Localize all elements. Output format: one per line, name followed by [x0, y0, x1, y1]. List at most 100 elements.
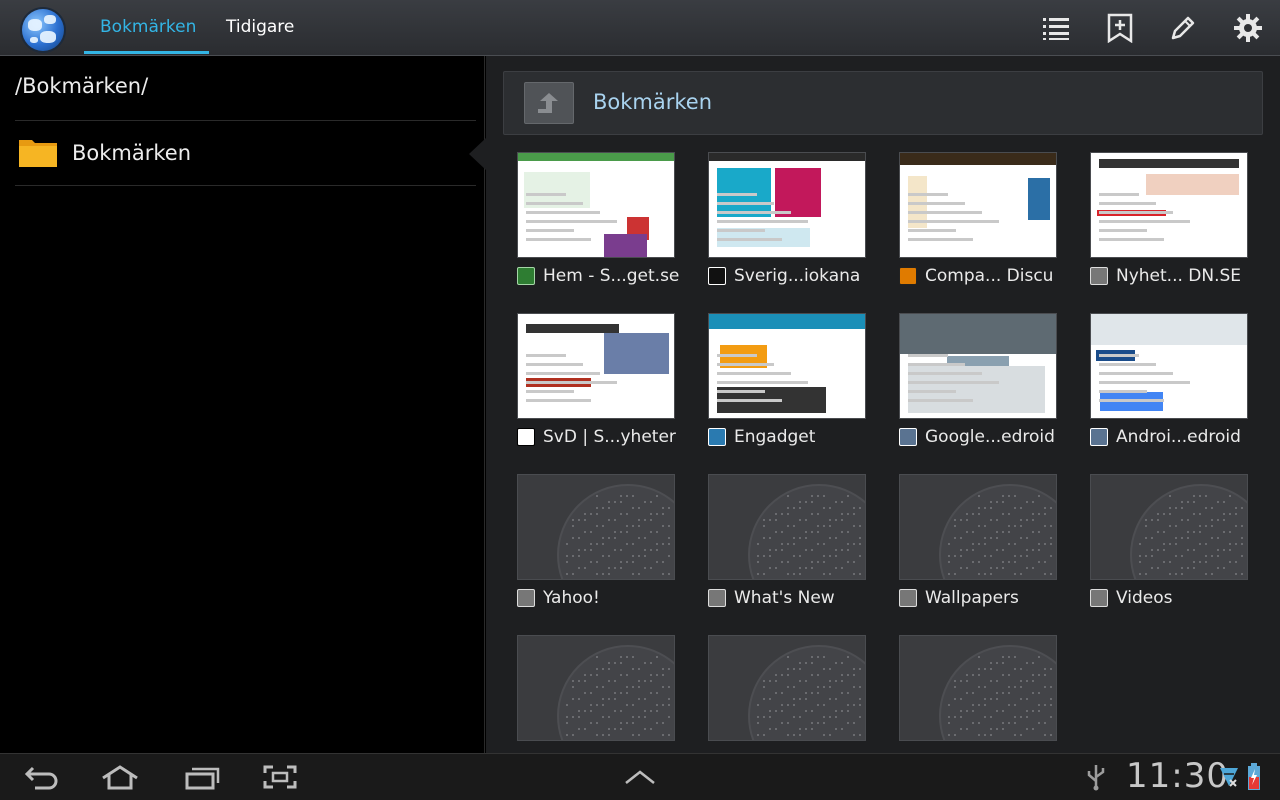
bookmark-title: Yahoo!	[543, 588, 600, 608]
bookmark-title: Sverig...iokana	[734, 266, 861, 286]
favicon-icon	[1090, 267, 1108, 285]
bookmark-tile[interactable]: Engadget	[708, 313, 866, 447]
chevron-up-icon	[625, 770, 655, 784]
list-view-button[interactable]	[1036, 8, 1076, 48]
expand-tray-button[interactable]	[618, 761, 662, 793]
bookmark-label-row: Google...edroid	[899, 425, 1055, 449]
bookmark-thumbnail[interactable]	[899, 474, 1057, 580]
placeholder-globe-icon	[748, 484, 865, 579]
signal-icon	[1220, 768, 1238, 787]
bookmark-thumbnail[interactable]	[708, 474, 866, 580]
bookmark-tile[interactable]	[517, 635, 675, 741]
usb-icon	[1076, 761, 1116, 793]
folder-title: Bokmärken	[593, 90, 713, 114]
battery-icon	[1244, 761, 1264, 793]
system-bar: 11:30	[0, 753, 1280, 800]
bookmark-tile[interactable]: Compa... Discu	[899, 152, 1057, 286]
bookmark-thumbnail[interactable]	[517, 474, 675, 580]
settings-button[interactable]	[1228, 8, 1268, 48]
bookmark-tile[interactable]: What's New	[708, 474, 866, 608]
up-folder-button[interactable]	[524, 82, 574, 124]
screenshot-icon	[263, 765, 297, 789]
favicon-icon	[1090, 589, 1108, 607]
bookmark-title: Videos	[1116, 588, 1173, 608]
placeholder-globe-icon	[557, 645, 674, 740]
recent-apps-button[interactable]	[180, 761, 224, 793]
add-bookmark-icon	[1107, 13, 1133, 43]
tab-bookmarks[interactable]: Bokmärken	[84, 0, 209, 56]
placeholder-globe-icon	[939, 484, 1056, 579]
bookmark-label-row: Yahoo!	[517, 586, 600, 610]
bookmark-label-row: Engadget	[708, 425, 815, 449]
divider	[15, 120, 476, 121]
bookmark-label-row: SvD | S...yheter	[517, 425, 676, 449]
folder-pane: /Bokmärken/ Bokmärken	[0, 56, 486, 753]
bookmark-tile[interactable]: Google...edroid	[899, 313, 1057, 447]
bookmark-tile[interactable]: Videos	[1090, 474, 1248, 608]
bookmarks-pane: Bokmärken Hem - S...get.se Sverig...iokan…	[486, 56, 1280, 753]
folder-item-bookmarks[interactable]: Bokmärken	[0, 122, 485, 186]
bookmark-label-row: Videos	[1090, 586, 1173, 610]
bookmark-tile[interactable]: SvD | S...yheter	[517, 313, 676, 447]
edit-button[interactable]	[1163, 8, 1203, 48]
add-bookmark-button[interactable]	[1100, 8, 1140, 48]
screenshot-button[interactable]	[258, 761, 302, 793]
bookmark-thumbnail[interactable]	[517, 313, 675, 419]
bookmark-tile[interactable]	[899, 635, 1057, 741]
recent-apps-icon	[185, 767, 220, 790]
bookmark-title: Nyhet... DN.SE	[1116, 266, 1242, 286]
bookmark-tile[interactable]: Androi...edroid	[1090, 313, 1248, 447]
selection-pointer	[469, 138, 486, 170]
bookmark-label-row: Hem - S...get.se	[517, 264, 679, 288]
bookmark-thumbnail[interactable]	[1090, 152, 1248, 258]
bookmark-title: Androi...edroid	[1116, 427, 1241, 447]
bookmark-thumbnail[interactable]	[517, 152, 675, 258]
bookmark-tile[interactable]: Hem - S...get.se	[517, 152, 679, 286]
placeholder-globe-icon	[557, 484, 674, 579]
bookmark-label-row: Androi...edroid	[1090, 425, 1241, 449]
favicon-icon	[1090, 428, 1108, 446]
bookmark-thumbnail[interactable]	[517, 635, 675, 741]
settings-icon	[1234, 14, 1262, 42]
bookmark-thumbnail[interactable]	[1090, 474, 1248, 580]
bookmark-thumbnail[interactable]	[899, 152, 1057, 258]
bookmark-thumbnail[interactable]	[1090, 313, 1248, 419]
bookmark-thumbnail[interactable]	[899, 313, 1057, 419]
bookmark-tile[interactable]: Sverig...iokana	[708, 152, 866, 286]
folder-label: Bokmärken	[72, 141, 192, 165]
bookmark-thumbnail[interactable]	[708, 635, 866, 741]
folder-header: Bokmärken	[503, 71, 1263, 135]
bookmark-label-row: Nyhet... DN.SE	[1090, 264, 1241, 288]
wifi-signal-icon	[1216, 761, 1242, 793]
favicon-icon	[517, 589, 535, 607]
back-button[interactable]	[20, 761, 64, 793]
bookmark-label-row: Compa... Discu	[899, 264, 1053, 288]
placeholder-globe-icon	[1130, 484, 1247, 579]
bookmark-label-row: What's New	[708, 586, 835, 610]
tab-history[interactable]: Tidigare	[210, 0, 310, 56]
bookmark-tile[interactable]: Nyhet... DN.SE	[1090, 152, 1248, 286]
favicon-icon	[517, 267, 535, 285]
bookmark-thumbnail[interactable]	[708, 313, 866, 419]
bookmark-title: Google...edroid	[925, 427, 1055, 447]
home-button[interactable]	[98, 761, 142, 793]
bookmark-title: What's New	[734, 588, 835, 608]
bookmark-thumbnail[interactable]	[899, 635, 1057, 741]
edit-icon	[1171, 16, 1195, 40]
bookmark-tile[interactable]: Wallpapers	[899, 474, 1057, 608]
usb-symbol	[1087, 765, 1105, 791]
bookmark-tile[interactable]	[708, 635, 866, 741]
bookmark-thumbnail[interactable]	[708, 152, 866, 258]
browser-globe-icon[interactable]	[22, 9, 64, 51]
divider	[15, 185, 476, 186]
favicon-icon	[899, 428, 917, 446]
bookmark-tile[interactable]: Yahoo!	[517, 474, 675, 608]
bookmark-title: Compa... Discu	[925, 266, 1054, 286]
placeholder-globe-icon	[748, 645, 865, 740]
bookmark-title: Engadget	[734, 427, 816, 447]
folder-icon	[19, 140, 57, 167]
bookmark-title: SvD | S...yheter	[543, 427, 676, 447]
bookmark-label-row: Wallpapers	[899, 586, 1019, 610]
list-icon	[1043, 18, 1069, 40]
favicon-icon	[899, 589, 917, 607]
